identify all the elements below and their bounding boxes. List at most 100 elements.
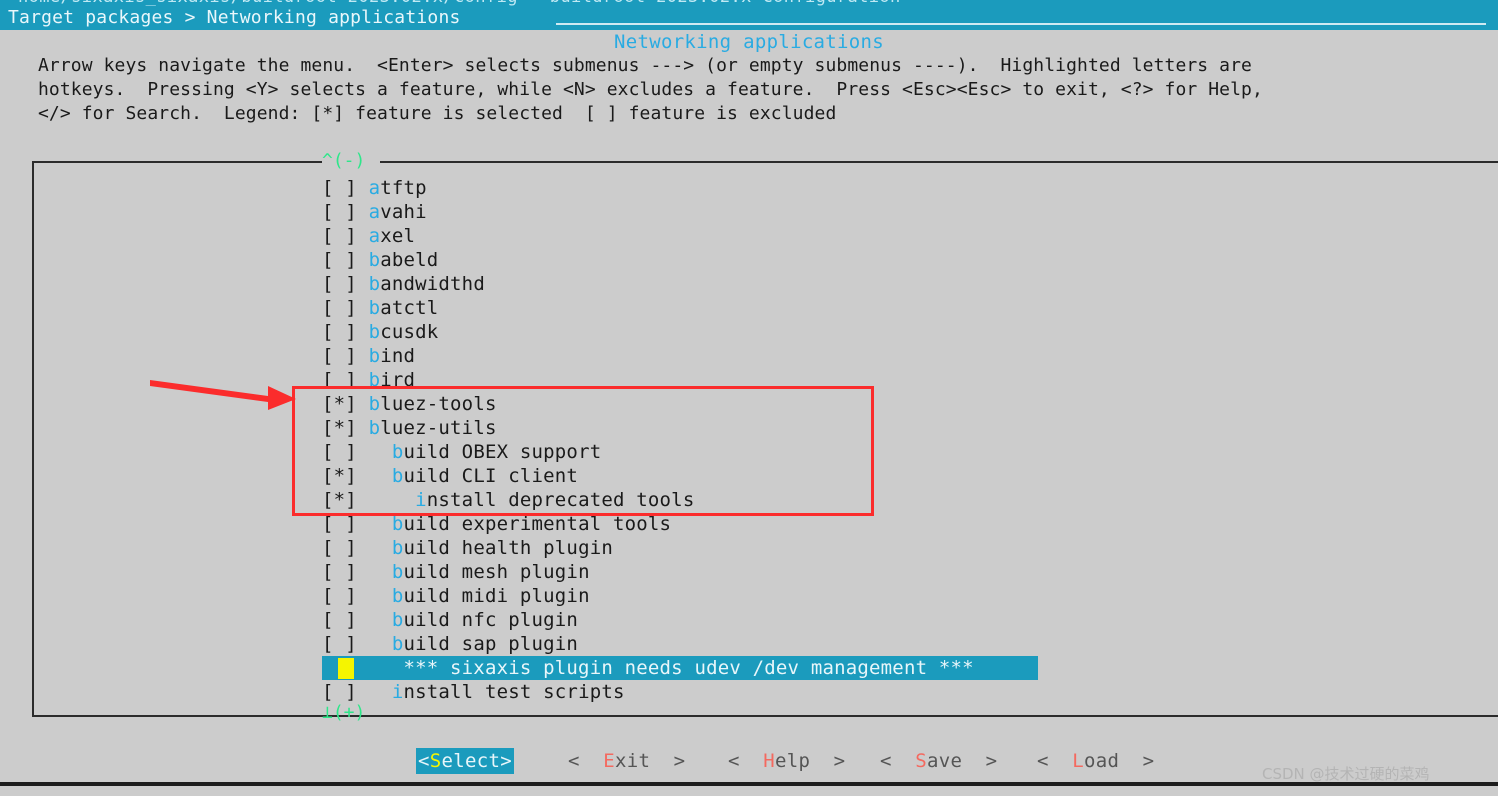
menu-item-checkbox[interactable]: [ ] [322,585,392,607]
menu-item[interactable]: [*] install deprecated tools [322,488,1422,512]
menu-item[interactable]: [ ] build health plugin [322,536,1422,560]
menu-item[interactable]: [ ] bandwidthd [322,272,1422,296]
menu-item-hotkey: b [391,465,404,487]
menu-item-checkbox[interactable]: [*] [322,465,392,487]
menu-item-checkbox[interactable]: [ ] [322,321,369,343]
button-label: elp > [774,750,846,772]
menu-item-checkbox[interactable]: [ ] [322,345,369,367]
scroll-down-indicator[interactable]: ⊥(+) [322,703,365,723]
menu-item-checkbox[interactable]: [ ] [322,225,369,247]
menu-item-label: atctl [380,297,439,319]
menu-item-checkbox[interactable]: [*] [322,417,369,439]
button-label: oad > [1083,750,1155,772]
menu-item-label: uild CLI client [403,465,579,487]
button-label: elect> [441,750,512,772]
menu-item[interactable]: [ ] bcusdk [322,320,1422,344]
menu-item-label: uild experimental tools [403,513,672,535]
dialog-top-divider [0,28,1498,30]
menu-item-label: ind [380,345,416,367]
menu-item-label: ird [380,369,416,391]
menu-item[interactable]: [ ] batctl [322,296,1422,320]
menu-item-label: uild OBEX support [403,441,602,463]
menu-item-hotkey: a [368,225,381,247]
menu-item-checkbox[interactable]: [ ] [322,201,369,223]
menu-item[interactable]: [ ] bind [322,344,1422,368]
menu-item-checkbox[interactable]: [ ] [322,681,392,703]
menu-item-checkbox[interactable]: [*] [322,489,415,511]
menu-item-label: uild health plugin [403,537,613,559]
menu-item-label: cusdk [380,321,439,343]
menu-item[interactable]: [ ] build sap plugin [322,632,1422,656]
menu-item-label: nstall deprecated tools [426,489,695,511]
menu-item-hotkey: i [415,489,427,511]
menu-item[interactable]: [ ] build OBEX support [322,440,1422,464]
menu-item-label: abeld [380,249,439,271]
menu-item-checkbox[interactable]: [*] [322,393,369,415]
button-help[interactable]: < Help > [728,748,845,774]
menu-item[interactable]: [*] build CLI client [322,464,1422,488]
menu-item-checkbox[interactable]: [ ] [322,273,369,295]
menu-item-hotkey: b [391,441,404,463]
menu-item-hotkey: b [391,609,404,631]
help-line: hotkeys. Pressing <Y> selects a feature,… [38,79,1263,100]
menu-item-hotkey: b [368,369,381,391]
button-hotkey: L [1072,750,1084,772]
button-label: ave > [926,750,998,772]
menu-item-checkbox[interactable]: [ ] [322,441,392,463]
menu-item[interactable]: [ ] avahi [322,200,1422,224]
menu-item-checkbox[interactable]: [ ] [322,249,369,271]
menu-item[interactable]: [ ] axel [322,224,1422,248]
menu-item-checkbox[interactable]: [ ] [322,177,369,199]
menu-item[interactable]: [ ] build experimental tools [322,512,1422,536]
menu-item-checkbox[interactable]: [ ] [322,369,369,391]
menu-item-label: luez-tools [380,393,497,415]
breadcrumb-divider [556,23,1486,25]
button-hotkey: S [429,750,442,772]
menu-item-label: xel [380,225,416,247]
menu-item[interactable]: [ ] build nfc plugin [322,608,1422,632]
breadcrumb: Target packages > Networking application… [8,7,461,28]
button-exit[interactable]: < Exit > [568,748,685,774]
menu-item-checkbox[interactable]: [ ] [322,633,392,655]
menu-item[interactable]: [ ] bird [322,368,1422,392]
menu-item[interactable]: [ ] build midi plugin [322,584,1422,608]
button-prefix: < [728,750,764,772]
menu-item-checkbox[interactable]: [ ] [322,297,369,319]
menu-item-list: [ ] atftp[ ] avahi[ ] axel[ ] babeld[ ] … [322,176,1422,704]
menu-item[interactable]: [ ] atftp [322,176,1422,200]
menu-item-selected[interactable]: *** sixaxis plugin needs udev /dev manag… [322,656,1422,680]
menu-item[interactable]: [*] bluez-utils [322,416,1422,440]
menu-item[interactable]: [ ] build mesh plugin [322,560,1422,584]
menu-item-hotkey: a [368,201,381,223]
menu-item-label: andwidthd [380,273,485,295]
menu-item-checkbox[interactable]: [ ] [322,561,392,583]
menu-item[interactable]: [*] bluez-tools [322,392,1422,416]
menu-item-hotkey: b [368,417,381,439]
menu-item-checkbox[interactable]: [ ] [322,513,392,535]
menu-item-hotkey: b [391,585,404,607]
watermark: CSDN @技术过硬的菜鸡 [1262,765,1430,783]
button-prefix: < [568,750,604,772]
button-prefix: < [1037,750,1073,772]
menu-item-label: luez-utils [380,417,497,439]
help-line: Arrow keys navigate the menu. <Enter> se… [38,55,1252,76]
menu-item-label: nstall test scripts [403,681,625,703]
menu-item-label: vahi [380,201,427,223]
menu-item-hotkey: b [368,249,381,271]
button-load[interactable]: < Load > [1037,748,1154,774]
button-hotkey: S [915,750,927,772]
page-title: Networking applications [614,31,884,53]
button-save[interactable]: < Save > [880,748,997,774]
button-prefix: < [880,750,916,772]
menu-item-hotkey: b [391,633,404,655]
menu-item-hotkey: b [391,513,404,535]
menu-item[interactable]: [ ] install test scripts [322,680,1422,704]
menu-item-label: tftp [380,177,427,199]
button-select[interactable]: <Select> [416,748,514,774]
menu-item[interactable]: [ ] babeld [322,248,1422,272]
scroll-up-indicator[interactable]: ^(-) [322,151,365,171]
menu-item-checkbox[interactable]: [ ] [322,537,392,559]
menu-item-checkbox[interactable]: [ ] [322,609,392,631]
breadcrumb-bar: Target packages > Networking application… [0,6,1498,29]
menu-item-label: uild nfc plugin [403,609,579,631]
